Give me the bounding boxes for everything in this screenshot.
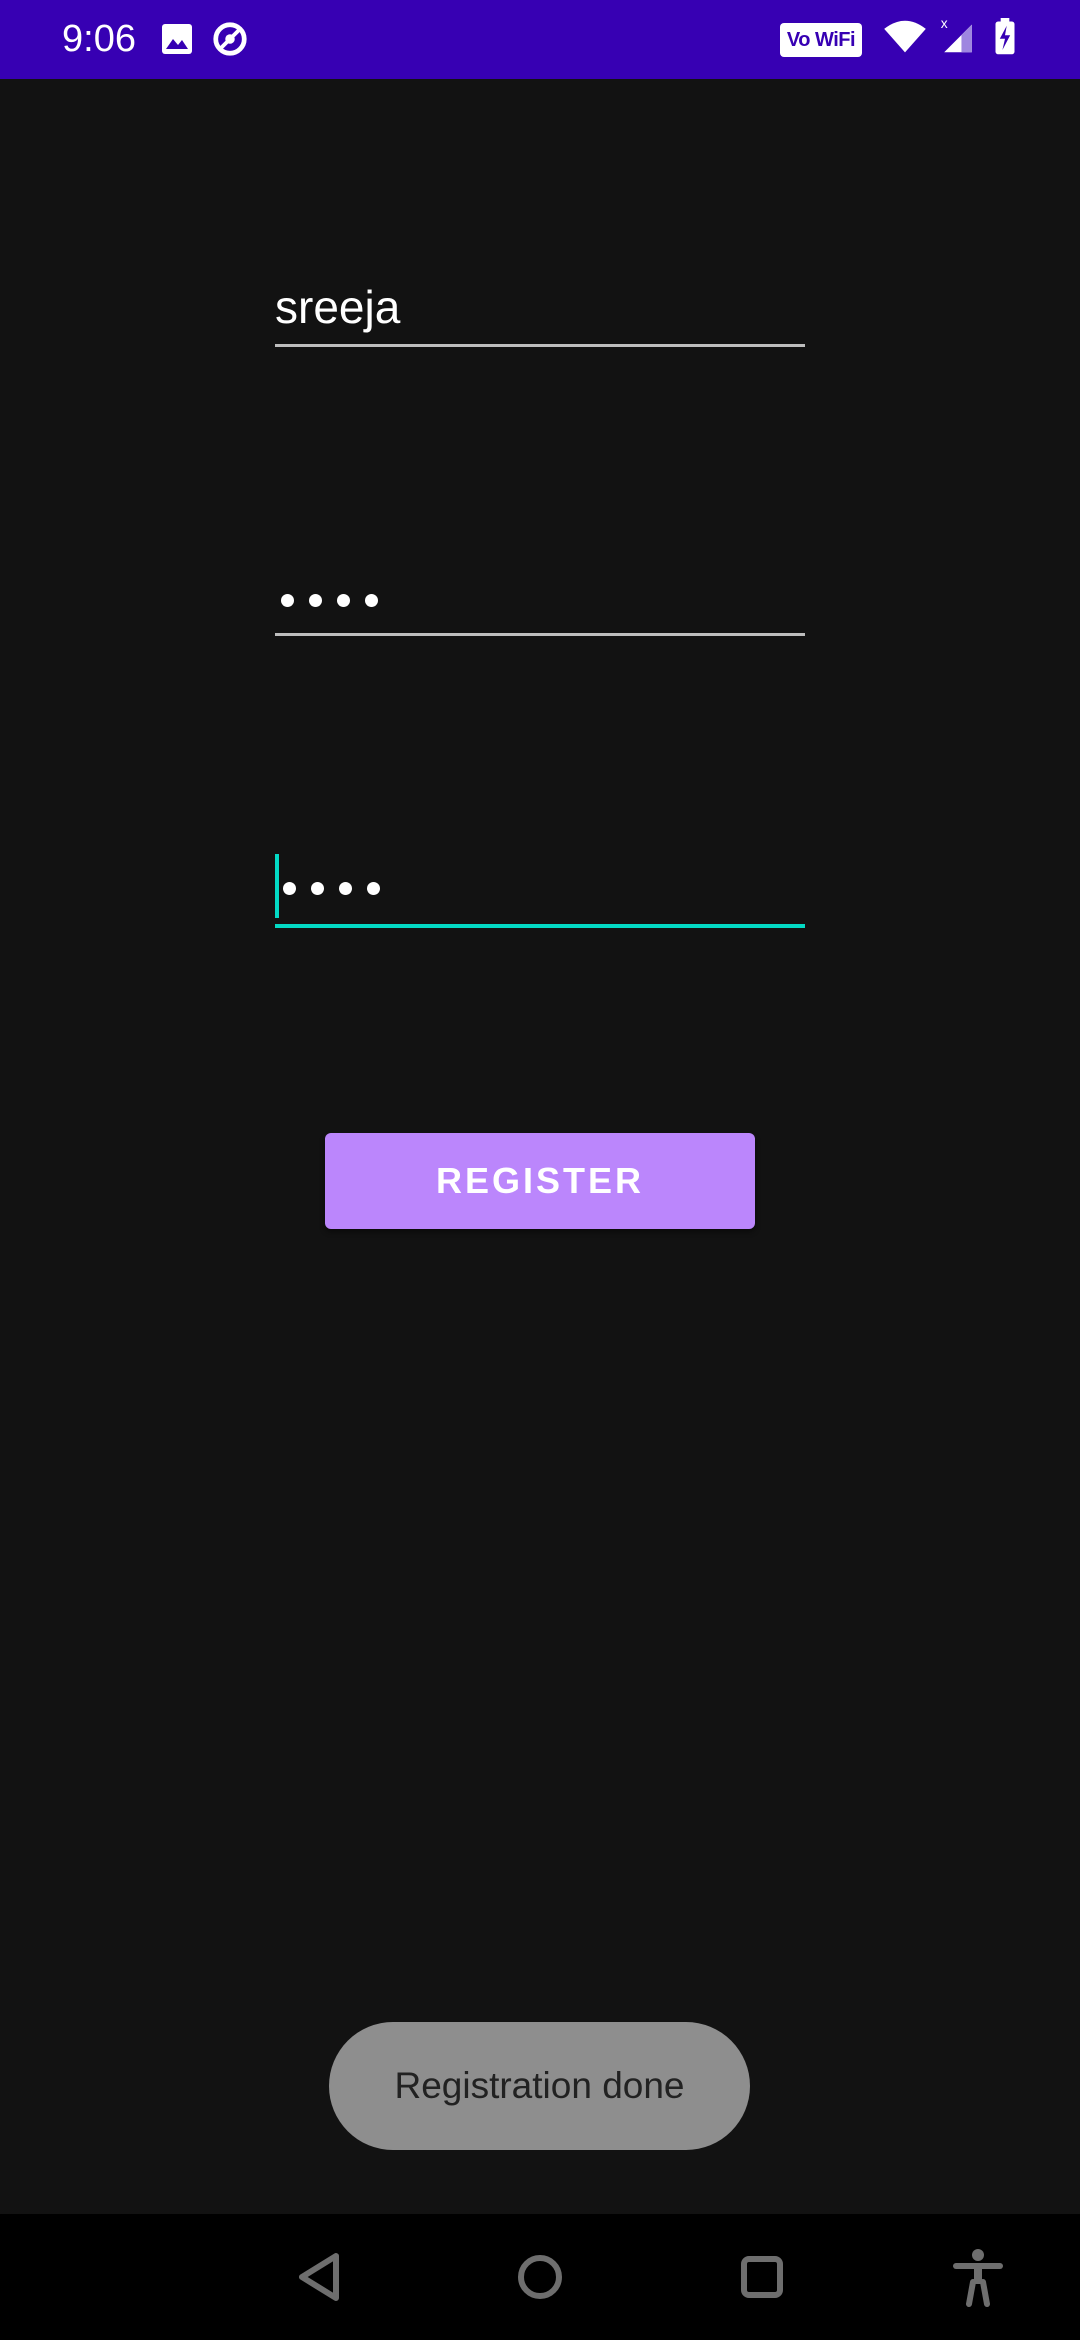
status-time: 9:06 [62, 18, 136, 60]
confirm-password-field[interactable] [275, 852, 805, 932]
recents-icon[interactable] [727, 2242, 797, 2312]
password-input[interactable] [281, 594, 378, 607]
username-input[interactable]: sreeja [275, 280, 400, 334]
password-field[interactable] [275, 560, 805, 640]
register-button[interactable]: REGISTER [325, 1133, 755, 1229]
username-field[interactable]: sreeja [275, 270, 805, 350]
vowifi-icon: Vo WiFi [780, 23, 862, 57]
text-cursor [275, 854, 279, 918]
svg-text:x: x [941, 16, 948, 31]
navigation-bar [0, 2214, 1080, 2340]
confirm-password-underline [275, 924, 805, 928]
confirm-password-input[interactable] [283, 882, 380, 895]
back-icon[interactable] [286, 2242, 356, 2312]
password-underline [275, 633, 805, 636]
accessibility-icon[interactable] [943, 2242, 1013, 2312]
battery-charging-icon [995, 18, 1015, 55]
home-icon[interactable] [505, 2242, 575, 2312]
username-underline [275, 344, 805, 347]
signal-icon: x [941, 16, 972, 53]
toast-message: Registration done [329, 2022, 750, 2150]
image-icon [162, 24, 192, 54]
sync-icon [213, 22, 247, 56]
status-bar: 9:06 Vo WiFi x [0, 0, 1080, 79]
wifi-icon [884, 20, 926, 53]
